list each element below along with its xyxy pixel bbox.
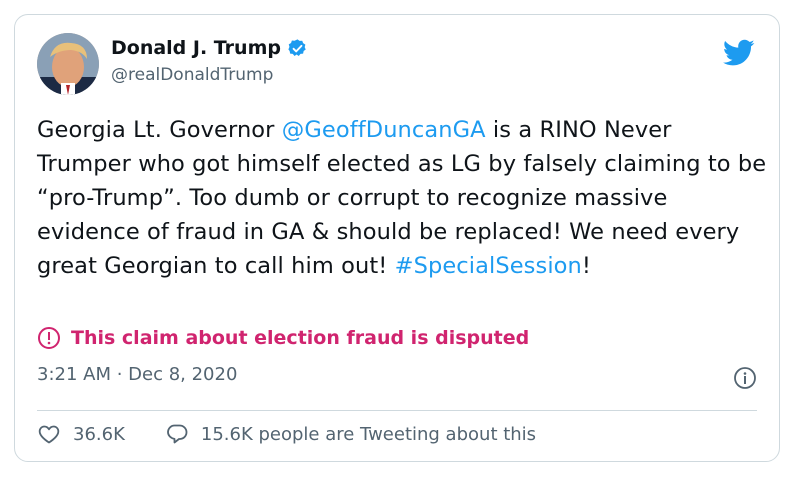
- exclamation-circle-icon: [38, 327, 60, 349]
- tweet-text-part3: !: [581, 253, 592, 279]
- verified-badge-icon: [288, 38, 306, 56]
- author-row: Donald J. Trump: [111, 37, 308, 59]
- avatar[interactable]: [37, 33, 99, 95]
- speech-bubble-icon: [166, 424, 188, 444]
- tweet-text: Georgia Lt. Governor @GeoffDuncanGA is a…: [37, 113, 767, 283]
- like-count: 36.6K: [73, 423, 125, 445]
- reply-button[interactable]: 15.6K people are Tweeting about this: [165, 422, 536, 446]
- tweet-text-part1: Georgia Lt. Governor: [37, 117, 282, 143]
- tweet-timestamp[interactable]: 3:21 AM · Dec 8, 2020: [37, 364, 237, 385]
- heart-icon: [38, 425, 60, 444]
- author-name[interactable]: Donald J. Trump: [111, 37, 281, 59]
- tweet-actions: 36.6K 15.6K people are Tweeting about th…: [37, 419, 536, 449]
- tweet-card: Donald J. Trump @realDonaldTrump Georgia…: [14, 14, 780, 462]
- divider: [37, 410, 757, 411]
- info-icon[interactable]: [733, 366, 757, 390]
- hashtag-link[interactable]: #SpecialSession: [395, 253, 582, 279]
- twitter-bird-icon[interactable]: [723, 39, 755, 67]
- tweeting-about-text: 15.6K people are Tweeting about this: [200, 423, 537, 445]
- author-handle[interactable]: @realDonaldTrump: [111, 65, 273, 85]
- disputed-claim-warning[interactable]: This claim about election fraud is dispu…: [37, 326, 529, 350]
- warning-text: This claim about election fraud is dispu…: [71, 327, 530, 349]
- like-button[interactable]: 36.6K: [37, 422, 125, 446]
- mention-link[interactable]: @GeoffDuncanGA: [282, 117, 486, 143]
